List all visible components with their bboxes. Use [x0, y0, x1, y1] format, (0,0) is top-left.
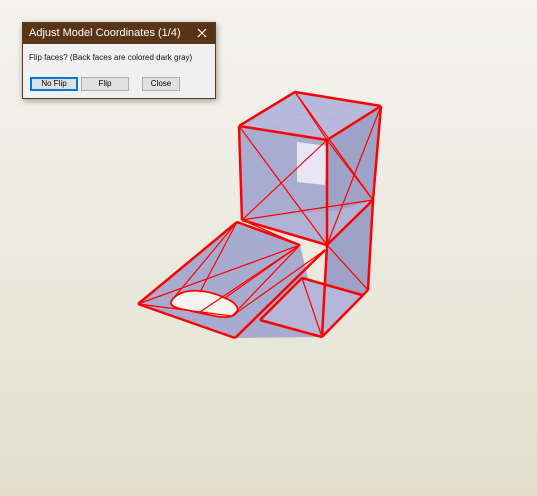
- no-flip-button[interactable]: No Flip: [30, 77, 78, 91]
- dialog-titlebar[interactable]: Adjust Model Coordinates (1/4): [23, 23, 215, 44]
- dialog-title: Adjust Model Coordinates (1/4): [29, 27, 181, 39]
- adjust-model-dialog: Adjust Model Coordinates (1/4) Flip face…: [22, 22, 216, 99]
- close-icon: [197, 28, 207, 38]
- dialog-close-button[interactable]: [189, 23, 215, 44]
- dialog-message: Flip faces? (Back faces are colored dark…: [29, 53, 193, 62]
- close-button[interactable]: Close: [142, 77, 180, 91]
- flip-button[interactable]: Flip: [81, 77, 129, 91]
